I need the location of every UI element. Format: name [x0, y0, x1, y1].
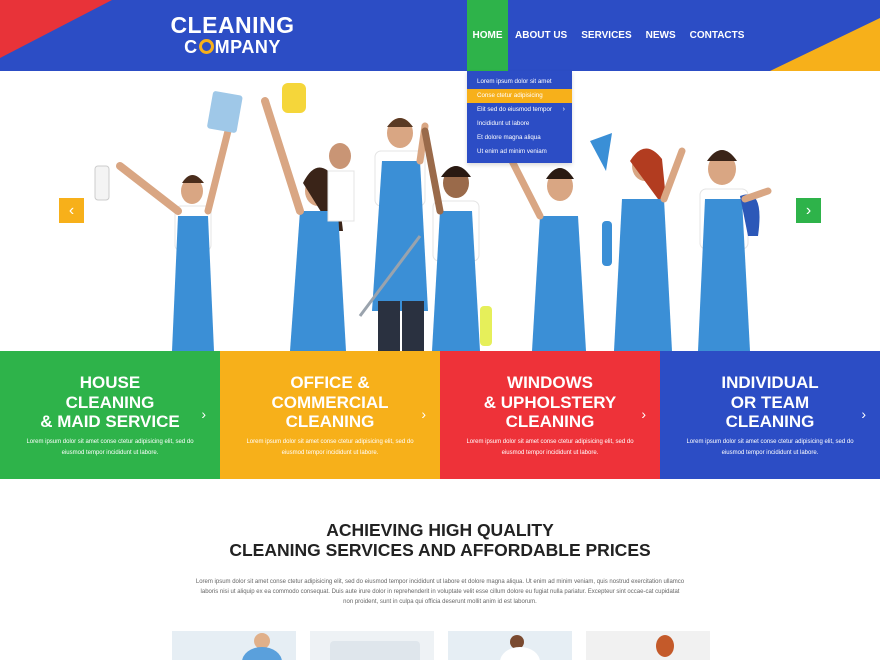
logo-line2-pre: C [184, 37, 198, 57]
nav-item-news[interactable]: NEWS [639, 0, 683, 71]
red-corner-decoration [0, 0, 112, 58]
tile-office-cleaning[interactable]: OFFICE & COMMERCIAL CLEANING Lorem ipsum… [220, 351, 440, 479]
tile-description: Lorem ipsum dolor sit amet conse ctetur … [26, 439, 194, 456]
dropdown-item-submenu[interactable]: Elit sed do eiusmod tempor › [467, 103, 572, 117]
site-header: CLEANING C MPANY HOME ABOUT US SERVICES N… [0, 0, 880, 71]
dropdown-item-label: Elit sed do eiusmod tempor [477, 106, 552, 113]
tile-description: Lorem ipsum dolor sit amet conse ctetur … [466, 439, 634, 456]
thumb-apron-shape [242, 647, 282, 660]
tile-title-line: CLEANING [725, 412, 815, 431]
logo-ring-icon [198, 39, 214, 54]
gallery-thumbnails [172, 631, 712, 660]
nav-item-services[interactable]: SERVICES [574, 0, 638, 71]
tile-title-line: INDIVIDUAL [721, 373, 819, 392]
hero-slider: ‹ › [0, 71, 880, 351]
thumb-shirt-shape [500, 647, 540, 660]
chevron-right-icon[interactable]: › [421, 406, 426, 422]
tile-title-line: CLEANING [65, 392, 155, 412]
tile-title-line: CLEANING [505, 412, 595, 431]
tile-title: INDIVIDUAL OR TEAM CLEANING [660, 373, 880, 432]
logo-line2: C MPANY [170, 37, 295, 57]
logo-line1: CLEANING [170, 12, 295, 38]
thumbnail-image[interactable] [448, 631, 572, 660]
chevron-right-icon[interactable]: › [641, 406, 646, 422]
dropdown-item[interactable]: Lorem ipsum dolor sit amet [467, 75, 572, 89]
headline-line2: CLEANING SERVICES AND AFFORDABLE PRICES [229, 540, 651, 560]
chevron-right-icon[interactable]: › [201, 406, 206, 422]
site-logo[interactable]: CLEANING C MPANY [170, 12, 295, 58]
tile-title: OFFICE & COMMERCIAL CLEANING [220, 373, 440, 432]
tile-title-line: HOUSE [79, 373, 141, 392]
nav-item-contacts[interactable]: CONTACTS [683, 0, 752, 71]
tile-title: HOUSE CLEANING & MAID SERVICE [0, 373, 220, 432]
dropdown-item-active[interactable]: Conse ctetur adipisicing [467, 89, 572, 103]
hero-image-cleaning-team [94, 83, 772, 351]
slider-next-button[interactable]: › [796, 198, 821, 223]
thumbnail-image[interactable] [586, 631, 710, 660]
tile-title-line: & UPHOLSTERY [483, 392, 617, 412]
tile-title-line: & MAID SERVICE [40, 412, 180, 431]
tile-team-cleaning[interactable]: INDIVIDUAL OR TEAM CLEANING Lorem ipsum … [660, 351, 880, 479]
home-dropdown-menu: Lorem ipsum dolor sit amet Conse ctetur … [467, 71, 572, 163]
tile-title: WINDOWS & UPHOLSTERY CLEANING [440, 373, 660, 432]
thumb-person-shape [656, 635, 674, 657]
chevron-right-icon[interactable]: › [861, 406, 866, 422]
tile-title-line: WINDOWS [507, 373, 593, 392]
tile-title-line: OR TEAM [730, 392, 810, 412]
logo-line2-post: MPANY [214, 37, 281, 57]
thumb-counter-shape [330, 641, 420, 660]
main-nav: HOME ABOUT US SERVICES NEWS CONTACTS [467, 0, 751, 71]
dropdown-item[interactable]: Et dolore magna aliqua [467, 131, 572, 145]
dropdown-item[interactable]: Ut enim ad minim veniam [467, 145, 572, 159]
tile-title-line: COMMERCIAL [271, 392, 389, 412]
tile-title-line: OFFICE & [290, 373, 370, 392]
thumbnail-image[interactable] [172, 631, 296, 660]
nav-item-about-us[interactable]: ABOUT US [508, 0, 574, 71]
yellow-corner-decoration [770, 18, 880, 71]
section-headline: ACHIEVING HIGH QUALITY CLEANING SERVICES… [0, 520, 880, 560]
chevron-right-icon: › [562, 106, 565, 113]
tile-description: Lorem ipsum dolor sit amet conse ctetur … [686, 439, 854, 456]
service-tiles: HOUSE CLEANING & MAID SERVICE Lorem ipsu… [0, 351, 880, 479]
headline-line1: ACHIEVING HIGH QUALITY [326, 520, 554, 540]
tile-windows-cleaning[interactable]: WINDOWS & UPHOLSTERY CLEANING Lorem ipsu… [440, 351, 660, 479]
thumbnail-image[interactable] [310, 631, 434, 660]
section-body-text: Lorem ipsum dolor sit amet conse ctetur … [195, 579, 685, 605]
nav-item-home[interactable]: HOME [467, 0, 508, 71]
tile-description: Lorem ipsum dolor sit amet conse ctetur … [246, 439, 414, 456]
tile-house-cleaning[interactable]: HOUSE CLEANING & MAID SERVICE Lorem ipsu… [0, 351, 220, 479]
tile-title-line: CLEANING [285, 412, 375, 431]
slider-prev-button[interactable]: ‹ [59, 198, 84, 223]
dropdown-item[interactable]: Incididunt ut labore [467, 117, 572, 131]
